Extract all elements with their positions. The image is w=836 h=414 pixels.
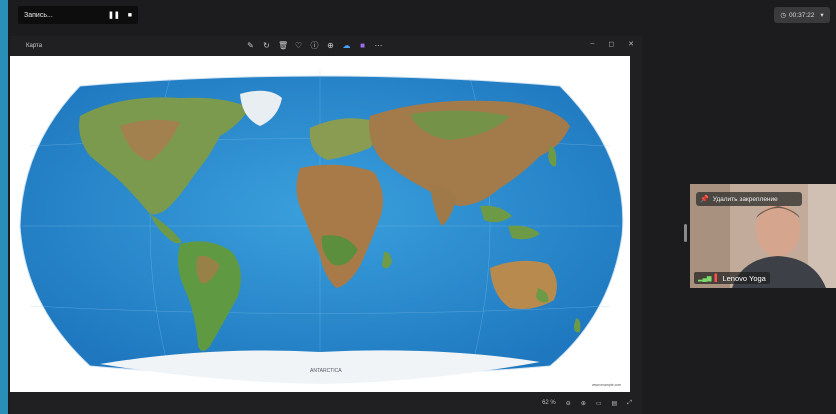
minimize-icon[interactable]: – xyxy=(590,40,594,48)
recording-label: Запись... xyxy=(24,11,53,19)
stop-icon[interactable]: ■ xyxy=(128,12,132,19)
timer-value: 00:37:22 xyxy=(789,11,815,19)
info-icon[interactable]: ⓘ xyxy=(310,41,319,51)
zoom-level: 62 % xyxy=(542,400,556,406)
viewer-title: Карта xyxy=(26,43,43,49)
chevron-down-icon: ▾ xyxy=(820,12,824,19)
map-image: ANTARCTICA www.example.com xyxy=(10,56,630,392)
edit-icon[interactable]: ✎ xyxy=(246,41,255,51)
viewer-toolbar: ✎ ↻ 🗑 ♡ ⓘ ⊕ ☁ ■ ⋯ xyxy=(246,41,383,51)
mic-muted-icon: ▌ xyxy=(714,274,720,282)
map-credit: www.example.com xyxy=(592,383,621,387)
fit-icon[interactable]: ▭ xyxy=(596,400,602,407)
viewer-titlebar: Карта ✎ ↻ 🗑 ♡ ⓘ ⊕ ☁ ■ ⋯ – ◻ ✕ xyxy=(10,36,642,56)
more-icon[interactable]: ⋯ xyxy=(374,41,383,51)
filmstrip-icon[interactable]: ▤ xyxy=(612,400,618,407)
rotate-icon[interactable]: ↻ xyxy=(262,41,271,51)
zoom-in-icon[interactable]: ⊕ xyxy=(581,400,586,407)
pin-icon: 📌 xyxy=(700,196,709,203)
signal-icon: ▂▄▆ xyxy=(698,275,712,282)
meeting-timer[interactable]: ◷ 00:37:22 ▾ xyxy=(774,7,830,23)
photo-viewer-window: Карта ✎ ↻ 🗑 ♡ ⓘ ⊕ ☁ ■ ⋯ – ◻ ✕ ANTARCTICA… xyxy=(10,36,642,414)
delete-icon[interactable]: 🗑 xyxy=(278,41,288,51)
unpin-label: Удалить закрепление xyxy=(712,195,778,203)
clock-icon: ◷ xyxy=(780,12,787,19)
unpin-button[interactable]: 📌 Удалить закрепление xyxy=(696,192,802,206)
cloud-icon[interactable]: ☁ xyxy=(342,41,351,51)
participant-video[interactable]: 📌 Удалить закрепление ▂▄▆ ▌ Lenovo Yoga xyxy=(690,184,836,288)
world-map-svg: ANTARCTICA www.example.com xyxy=(19,70,624,387)
favorite-icon[interactable]: ♡ xyxy=(294,41,303,51)
window-controls: – ◻ ✕ xyxy=(590,40,634,48)
app-icon[interactable]: ■ xyxy=(358,41,367,51)
map-label-antarctica: ANTARCTICA xyxy=(310,368,342,374)
share-icon[interactable]: ⊕ xyxy=(326,41,335,51)
fullscreen-icon[interactable]: ⤢ xyxy=(627,400,632,407)
participant-name-bar: ▂▄▆ ▌ Lenovo Yoga xyxy=(694,272,770,284)
close-icon[interactable]: ✕ xyxy=(628,40,634,48)
desktop: Запись... ❚❚ ■ ◷ 00:37:22 ▾ Карта ✎ ↻ 🗑 … xyxy=(8,0,836,414)
viewer-statusbar: 62 % ⊖ ⊕ ▭ ▤ ⤢ xyxy=(10,392,642,414)
participant-name: Lenovo Yoga xyxy=(722,273,766,283)
zoom-out-icon[interactable]: ⊖ xyxy=(566,400,571,407)
maximize-icon[interactable]: ◻ xyxy=(608,40,614,48)
pause-icon[interactable]: ❚❚ xyxy=(108,11,120,19)
recording-bar: Запись... ❚❚ ■ xyxy=(18,6,138,24)
panel-resize-handle[interactable] xyxy=(684,224,687,242)
